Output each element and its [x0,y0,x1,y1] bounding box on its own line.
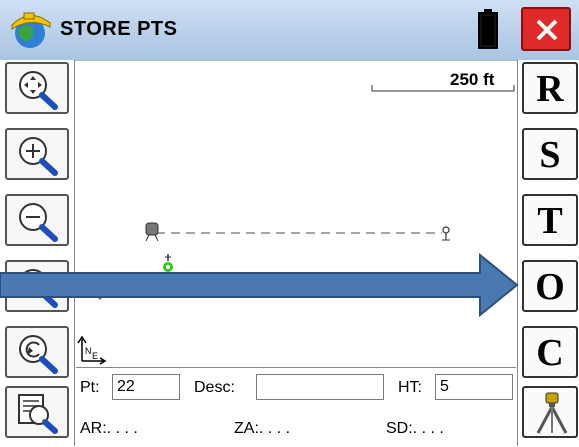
zoom-in-icon [19,137,58,176]
map-view[interactable]: N E 250 ft [76,60,516,368]
prism-point-icon [163,254,173,272]
c-button[interactable]: C [522,326,578,378]
right-toolbar: R S T O C [517,60,579,446]
map-canvas: N E [77,85,515,365]
pan-icon [19,269,58,308]
ht-field[interactable]: 5 [435,374,513,400]
left-toolbar [0,60,75,446]
close-icon [536,19,558,41]
app-logo-icon [10,11,54,49]
pt-field[interactable]: 22 [112,374,180,400]
tripod-icon [536,392,568,434]
scale-label: 250 ft [450,70,495,89]
north-arrow-icon: N E [77,335,107,365]
zoom-extents-icon [19,71,58,110]
zoom-previous-button[interactable] [5,326,69,378]
instrument-button[interactable] [522,386,578,438]
title-bar: STORE PTS [0,0,579,61]
battery-icon [478,9,498,49]
zoom-in-button[interactable] [5,128,69,180]
instrument-station-icon [145,222,159,242]
ht-label: HT: [398,379,422,396]
zoom-extents-button[interactable] [5,62,69,114]
za-readout: ZA:. . . . [234,420,291,437]
desc-field[interactable] [256,374,384,400]
sd-readout: SD:. . . . [386,420,444,437]
stored-points [98,291,126,300]
info-panel: Pt: 22 Desc: HT: 5 AR:. . . . ZA:. . . .… [76,367,516,447]
svg-text:E: E [92,351,98,361]
t-button[interactable]: T [522,194,578,246]
map-view-icon [18,394,58,434]
backsight-target-icon [442,226,450,241]
r-button[interactable]: R [522,62,578,114]
zoom-out-button[interactable] [5,194,69,246]
zoom-previous-icon [19,335,58,374]
s-button[interactable]: S [522,128,578,180]
pan-button[interactable] [5,260,69,312]
pt-label: Pt: [80,379,100,396]
close-button[interactable] [521,7,571,51]
ar-readout: AR:. . . . [80,420,138,437]
svg-text:N: N [85,346,92,356]
zoom-out-icon [19,203,58,242]
desc-label: Desc: [194,379,235,396]
o-button[interactable]: O [522,260,578,312]
app-title: STORE PTS [60,18,178,40]
map-view-button[interactable] [5,386,69,438]
